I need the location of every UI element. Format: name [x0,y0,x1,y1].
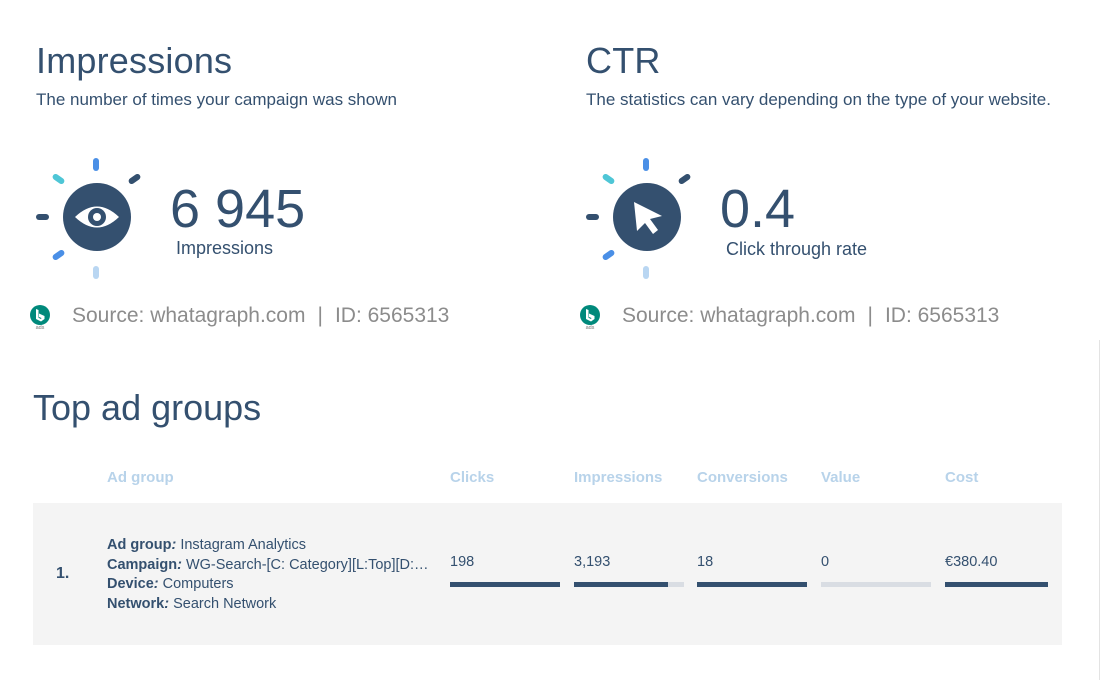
eye-icon [34,154,160,280]
ad-group-name: Instagram Analytics [180,537,307,553]
ctr-description: The statistics can vary depending on the… [586,90,1051,109]
cursor-icon [584,154,710,280]
source-id: ID: 6565313 [334,304,450,327]
campaign-name: WG-Search-[C: Category][L:Top][D:Desktop… [185,556,437,573]
ad-group-details: Ad group: Instagram Analytics Campaign: … [107,536,437,614]
svg-text:ads: ads [586,325,595,329]
column-header-ad-group[interactable]: Ad group [107,469,174,486]
source-separator: | [867,304,873,327]
cost-value: €380.40 [945,554,998,570]
bing-ads-icon: ads [29,305,53,331]
source-text: Source: whatagraph.com [72,304,306,327]
source-separator: | [317,304,323,327]
value-bar [821,582,931,587]
column-header-impressions[interactable]: Impressions [574,469,662,486]
value-value: 0 [821,554,830,570]
source-info: Source: whatagraph.com | ID: 6565313 [72,304,449,328]
source-text: Source: whatagraph.com [622,304,856,327]
clicks-value: 198 [450,554,475,570]
ctr-title: CTR [586,40,661,81]
ctr-value-label: Click through rate [726,239,868,259]
ctr-value: 0.4 [720,179,796,239]
source-info: Source: whatagraph.com | ID: 6565313 [622,304,999,328]
column-header-clicks[interactable]: Clicks [450,469,494,486]
column-header-value[interactable]: Value [821,469,860,486]
row-rank: 1. [56,565,70,582]
column-header-cost[interactable]: Cost [945,469,978,486]
impressions-value-label: Impressions [176,238,274,258]
svg-text:ads: ads [36,325,45,329]
bing-ads-icon: ads [579,305,603,331]
top-ad-groups-title: Top ad groups [33,387,262,428]
conversions-value: 18 [697,554,714,570]
impressions-title: Impressions [36,40,233,81]
column-header-conversions[interactable]: Conversions [697,469,788,486]
network-name: Search Network [173,595,277,612]
cost-bar [945,582,1048,587]
impressions-value: 6 945 [170,179,306,239]
conversions-bar [697,582,807,587]
impressions-description: The number of times your campaign was sh… [36,90,397,109]
device-name: Computers [162,576,234,592]
source-id: ID: 6565313 [884,304,1000,327]
impressions-cell-value: 3,193 [574,554,611,570]
clicks-bar [450,582,560,587]
impressions-bar [574,582,684,587]
